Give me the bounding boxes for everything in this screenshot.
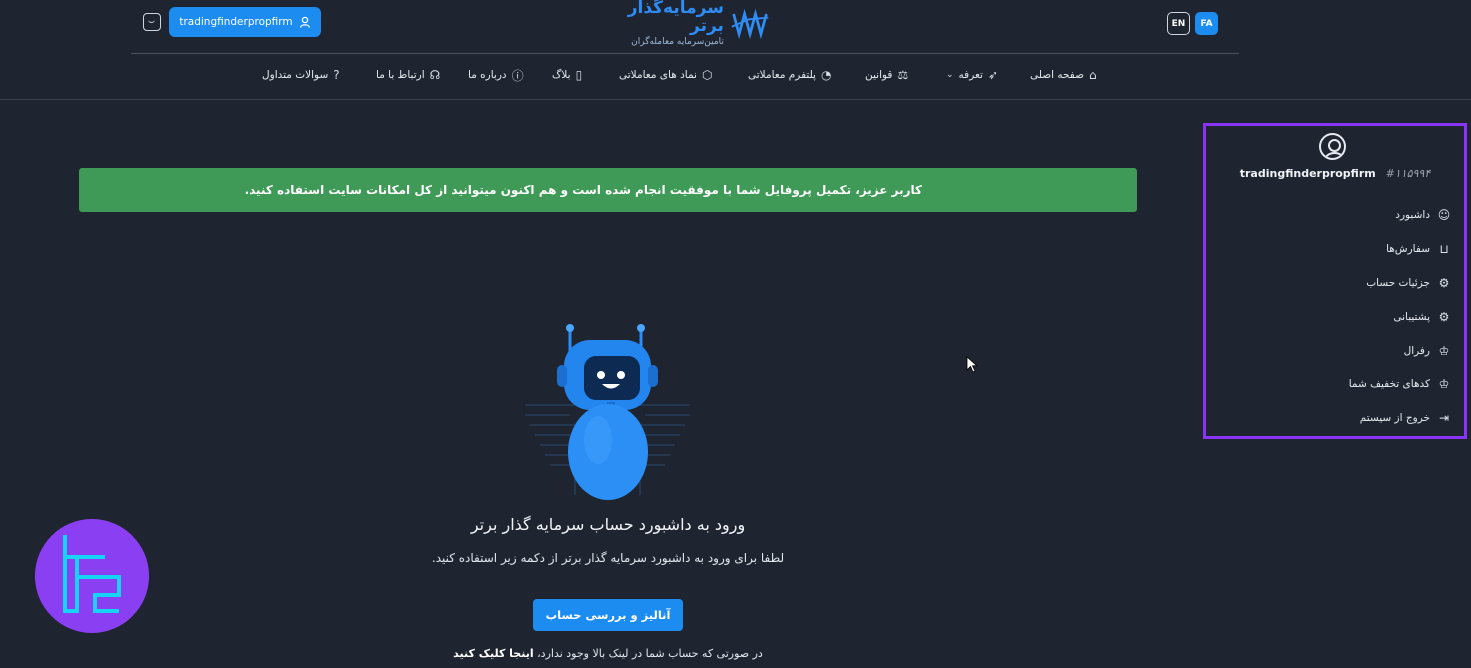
gauge-icon: ◔ [820, 68, 832, 82]
headphones-icon: ☊ [429, 68, 441, 82]
sidebar-item-label: رفرال [1403, 345, 1430, 357]
home-icon: ⌂ [1089, 68, 1097, 82]
sidebar-item-account-details[interactable]: ⚙ جزئیات حساب [1366, 274, 1451, 292]
scale-icon: ⚖ [897, 68, 909, 82]
logo-mark-icon [731, 8, 769, 40]
nav-item-about[interactable]: ⓘ درباره ما [468, 64, 524, 86]
footer-text: در صورتی که حساب شما در لینک بالا وجود ن… [537, 647, 763, 660]
nav-label: نماد های معاملاتی [619, 69, 697, 81]
gear-icon: ⚙ [1438, 276, 1450, 290]
logout-icon: ⇥ [1438, 411, 1450, 425]
nav-label: پلتفرم معاملاتی [748, 69, 816, 81]
nav-label: درباره ما [468, 69, 507, 81]
sidebar-user-id: #۱۱۵۹۹۴ [1385, 167, 1431, 180]
logo-text: سرمایه‌گذار برتر تامین‌سرمایه معامله‌گرا… [600, 0, 724, 49]
nav-label: سوالات متداول [262, 69, 329, 81]
nav-item-home[interactable]: ⌂ صفحه اصلی [1030, 64, 1097, 86]
nav-label: قوانین [865, 69, 893, 81]
sidebar-item-label: کدهای تخفیف شما [1348, 378, 1430, 390]
nav-item-symbols[interactable]: ⬡ نماد های معاملاتی [619, 64, 712, 86]
sidebar-item-label: سفارش‌ها [1386, 243, 1430, 255]
brand-badge-icon [35, 519, 149, 633]
mouse-cursor-icon [966, 356, 978, 373]
nav-label: ارتباط با ما [376, 69, 425, 81]
trophy-icon: ♔ [1438, 377, 1450, 391]
page-subtitle: لطفا برای ورود به داشبورد سرمایه گذار بر… [431, 551, 785, 565]
success-alert: کاربر عزیز، تکمیل پروفایل شما با موفقیت … [79, 168, 1137, 212]
nav-label: تعرفه [958, 69, 983, 81]
footer-note: در صورتی که حساب شما در لینک بالا وجود ن… [330, 647, 886, 660]
header-divider [131, 53, 1239, 54]
rocket-icon: ➶ [987, 68, 999, 82]
question-icon: ? [333, 68, 340, 82]
site-logo[interactable]: سرمایه‌گذار برتر تامین‌سرمایه معامله‌گرا… [600, 0, 770, 47]
sidebar-user: tradingfinderpropfirm #۱۱۵۹۹۴ [1220, 167, 1450, 180]
nav-item-faq[interactable]: ? سوالات متداول [262, 64, 340, 86]
avatar [1319, 133, 1346, 160]
nav-item-pricing[interactable]: ➶ تعرفه ⌄ [946, 64, 998, 86]
sidebar-item-label: خروج از سیستم [1359, 412, 1430, 424]
sidebar-item-support[interactable]: ⚙ پشتیبانی [1393, 308, 1451, 326]
user-account-button[interactable]: tradingfinderpropfirm [169, 7, 321, 37]
info-icon: ⓘ [511, 68, 524, 83]
sidebar-item-label: جزئیات حساب [1366, 277, 1430, 289]
nav-item-platform[interactable]: ◔ پلتفرم معاملاتی [748, 64, 831, 86]
sidebar-username: tradingfinderpropfirm [1239, 167, 1376, 180]
user-icon [299, 16, 310, 28]
lang-en-button[interactable]: EN [1167, 12, 1190, 35]
sidebar-item-dashboard[interactable]: ☺ داشبورد [1395, 206, 1451, 224]
sidebar-item-referral[interactable]: ♔ رفرال [1404, 342, 1451, 360]
book-icon: ▯ [575, 68, 583, 82]
logo-title: سرمایه‌گذار برتر [627, 0, 724, 36]
lang-fa-button[interactable]: FA [1195, 12, 1218, 35]
nav-item-blog[interactable]: ▯ بلاگ [552, 64, 582, 86]
chevron-down-icon: ⌄ [946, 70, 954, 80]
cart-icon: ⊔ [1439, 242, 1449, 256]
analyze-account-button[interactable]: آنالیز و بررسی حساب [533, 599, 683, 631]
sidebar-item-orders[interactable]: ⊔ سفارش‌ها [1386, 240, 1451, 258]
sidebar-item-logout[interactable]: ⇥ خروج از سیستم [1360, 409, 1451, 427]
user-icon: ☺ [1437, 208, 1451, 222]
nav-label: بلاگ [552, 69, 571, 81]
user-account-label: tradingfinderpropfirm [179, 16, 293, 28]
trophy-icon: ♔ [1438, 344, 1450, 358]
page-title: ورود به داشبورد حساب سرمایه گذار برتر [470, 515, 746, 534]
nav-item-rules[interactable]: ⚖ قوانین [865, 64, 908, 86]
gear-icon: ⚙ [1438, 310, 1450, 324]
sidebar-item-label: پشتیبانی [1393, 311, 1430, 323]
robot-illustration [525, 324, 690, 500]
logo-subtitle: تامین‌سرمایه معامله‌گران [631, 37, 724, 47]
sidebar-item-label: داشبورد [1395, 209, 1430, 221]
cart-icon[interactable] [143, 13, 161, 31]
cube-icon: ⬡ [701, 68, 713, 82]
alert-message: کاربر عزیز، تکمیل پروفایل شما با موفقیت … [244, 183, 922, 197]
click-here-link[interactable]: اینجا کلیک کنید [453, 647, 533, 660]
sidebar-item-discount-codes[interactable]: ♔ کدهای تخفیف شما [1349, 375, 1451, 393]
nav-label: صفحه اصلی [1030, 69, 1085, 81]
nav-item-contact[interactable]: ☊ ارتباط با ما [376, 64, 440, 86]
